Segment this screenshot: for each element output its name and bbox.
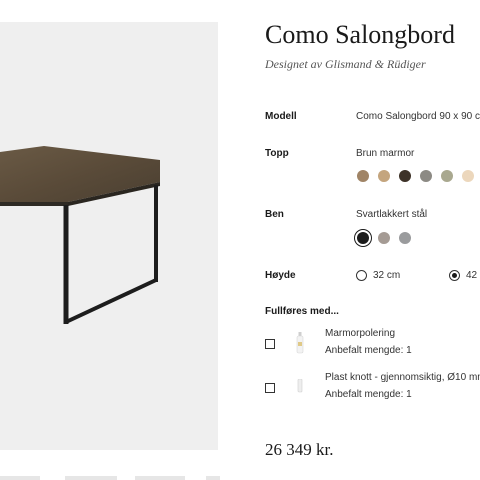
- legs-value: Svartlakkert stål: [356, 209, 428, 220]
- table-illustration: [0, 146, 160, 324]
- top-color-swatch[interactable]: [420, 170, 432, 182]
- price: 26 349 kr.: [265, 440, 334, 459]
- thumbnail[interactable]: [65, 476, 117, 480]
- height-label: Høyde: [265, 270, 296, 281]
- top-color-swatch[interactable]: [357, 170, 369, 182]
- addon-checkbox[interactable]: [265, 383, 275, 393]
- addon-name[interactable]: Marmorpolering: [325, 328, 395, 339]
- leg-color-swatch[interactable]: [378, 232, 390, 244]
- leg-color-swatch[interactable]: [357, 232, 369, 244]
- addon-quantity: Anbefalt mengde: 1: [325, 345, 412, 356]
- top-color-swatch[interactable]: [378, 170, 390, 182]
- designer-subtitle: Designet av Glismand & Rüdiger: [265, 57, 426, 71]
- leg-color-swatch[interactable]: [399, 232, 411, 244]
- addon-name[interactable]: Plast knott - gjennomsiktig, Ø10 mm: [325, 372, 480, 383]
- top-value: Brun marmor: [356, 148, 415, 159]
- height-radio-32[interactable]: [356, 270, 367, 281]
- top-color-swatch[interactable]: [399, 170, 411, 182]
- product-image[interactable]: [0, 22, 218, 450]
- addon-quantity: Anbefalt mengde: 1: [325, 389, 412, 400]
- thumbnail[interactable]: [135, 476, 185, 480]
- top-color-swatch[interactable]: [462, 170, 474, 182]
- top-label: Topp: [265, 148, 289, 159]
- height-option-label: 32 cm: [373, 270, 401, 281]
- model-select[interactable]: Como Salongbord 90 x 90 cm: [356, 111, 480, 122]
- addons-heading: Fullføres med...: [265, 306, 339, 317]
- thumbnail[interactable]: [0, 476, 40, 480]
- height-option-label: 42 cm: [466, 270, 480, 281]
- model-label: Modell: [265, 111, 297, 122]
- legs-label: Ben: [265, 209, 284, 220]
- height-radio-42[interactable]: [449, 270, 460, 281]
- addon-checkbox[interactable]: [265, 339, 275, 349]
- thumbnail[interactable]: [206, 476, 220, 480]
- polish-bottle-icon: [296, 332, 304, 359]
- plastic-knob-icon: [297, 378, 303, 398]
- top-color-swatch[interactable]: [441, 170, 453, 182]
- product-title: Como Salongbord: [265, 20, 455, 49]
